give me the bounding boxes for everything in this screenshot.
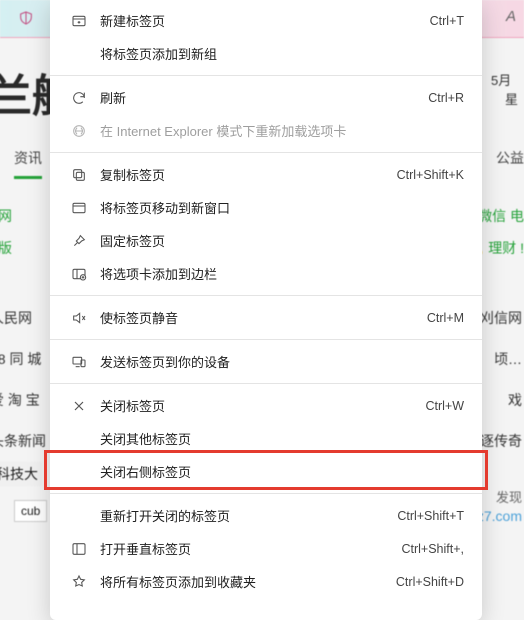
shield-icon	[18, 10, 34, 29]
devices-icon	[68, 354, 90, 370]
find-text: 发现	[496, 487, 522, 506]
menu-new-tab[interactable]: 新建标签页 Ctrl+T	[50, 4, 482, 37]
menu-label: 打开垂直标签页	[100, 539, 401, 558]
refresh-icon	[68, 90, 90, 106]
menu-shortcut: Ctrl+W	[425, 399, 464, 413]
menu-close-tab[interactable]: 关闭标签页 Ctrl+W	[50, 389, 482, 422]
menu-shortcut: Ctrl+Shift+D	[396, 575, 464, 589]
menu-shortcut: Ctrl+M	[427, 311, 464, 325]
menu-label: 复制标签页	[100, 165, 397, 184]
menu-shortcut: Ctrl+Shift+K	[397, 168, 464, 182]
menu-shortcut: Ctrl+Shift+,	[401, 542, 464, 556]
menu-separator	[50, 295, 482, 296]
list-item[interactable]: 人民网	[0, 308, 32, 328]
tab-context-menu: 新建标签页 Ctrl+T 将标签页添加到新组 刷新 Ctrl+R 在 Inter…	[50, 0, 482, 620]
duplicate-icon	[68, 167, 90, 183]
menu-separator	[50, 383, 482, 384]
menu-mute-tab[interactable]: 使标签页静音 Ctrl+M	[50, 301, 482, 334]
menu-move-to-window[interactable]: 将标签页移动到新窗口	[50, 191, 482, 224]
menu-label: 使标签页静音	[100, 308, 427, 327]
menu-close-other-tabs[interactable]: 关闭其他标签页	[50, 422, 482, 455]
menu-refresh[interactable]: 刷新 Ctrl+R	[50, 81, 482, 114]
menu-shortcut: Ctrl+Shift+T	[397, 509, 464, 523]
menu-label: 将选项卡添加到边栏	[100, 264, 464, 283]
menu-label: 关闭右侧标签页	[100, 462, 464, 481]
cub-box: cub	[14, 500, 47, 522]
menu-label: 刷新	[100, 88, 428, 107]
menu-label: 重新打开关闭的标签页	[100, 506, 397, 525]
menu-shortcut: Ctrl+T	[430, 14, 464, 28]
menu-separator	[50, 493, 482, 494]
link-taobao[interactable]: 淘宝网	[0, 206, 12, 226]
menu-label: 将所有标签页添加到收藏夹	[100, 572, 396, 591]
list-item[interactable]: 爱 淘 宝	[0, 390, 40, 410]
menu-close-right-tabs[interactable]: 关闭右侧标签页	[50, 455, 482, 488]
list-item[interactable]: 科技大	[0, 462, 42, 486]
favorites-add-icon	[68, 574, 90, 590]
menu-add-tab-group[interactable]: 将标签页添加到新组	[50, 37, 482, 70]
menu-open-vertical-tabs[interactable]: 打开垂直标签页 Ctrl+Shift+,	[50, 532, 482, 565]
date-block: 5月 星	[491, 70, 518, 108]
tab-zixun[interactable]: 资讯	[14, 148, 42, 179]
list-item[interactable]: 头条新闻	[0, 431, 46, 451]
menu-duplicate-tab[interactable]: 复制标签页 Ctrl+Shift+K	[50, 158, 482, 191]
menu-add-all-to-favorites[interactable]: 将所有标签页添加到收藏夹 Ctrl+Shift+D	[50, 565, 482, 598]
menu-label: 将标签页添加到新组	[100, 44, 464, 63]
menu-pin-tab[interactable]: 固定标签页	[50, 224, 482, 257]
ie-icon	[68, 123, 90, 139]
menu-label: 将标签页移动到新窗口	[100, 198, 464, 217]
mute-icon	[68, 310, 90, 326]
menu-shortcut: Ctrl+R	[428, 91, 464, 105]
read-aloud-icon[interactable]: A	[506, 8, 516, 25]
menu-label: 新建标签页	[100, 11, 430, 30]
sidebar-add-icon	[68, 266, 90, 282]
tab-gongyi[interactable]: 公益	[496, 148, 524, 179]
menu-label: 固定标签页	[100, 231, 464, 250]
menu-reopen-closed-tab[interactable]: 重新打开关闭的标签页 Ctrl+Shift+T	[50, 499, 482, 532]
vertical-tabs-icon	[68, 541, 90, 557]
menu-label: 发送标签页到你的设备	[100, 352, 464, 371]
menu-label: 关闭标签页	[100, 396, 425, 415]
menu-label: 在 Internet Explorer 模式下重新加载选项卡	[100, 121, 464, 140]
menu-reload-ie-mode: 在 Internet Explorer 模式下重新加载选项卡	[50, 114, 482, 147]
menu-separator	[50, 75, 482, 76]
link-shaonian[interactable]: 少年版	[0, 238, 12, 258]
close-icon	[68, 398, 90, 414]
menu-separator	[50, 339, 482, 340]
menu-label: 关闭其他标签页	[100, 429, 464, 448]
menu-separator	[50, 152, 482, 153]
menu-send-to-device[interactable]: 发送标签页到你的设备	[50, 345, 482, 378]
list-item[interactable]: 58 同 城	[0, 349, 41, 369]
new-tab-icon	[68, 13, 90, 29]
window-icon	[68, 200, 90, 216]
pin-icon	[68, 233, 90, 249]
menu-add-to-sidebar[interactable]: 将选项卡添加到边栏	[50, 257, 482, 290]
